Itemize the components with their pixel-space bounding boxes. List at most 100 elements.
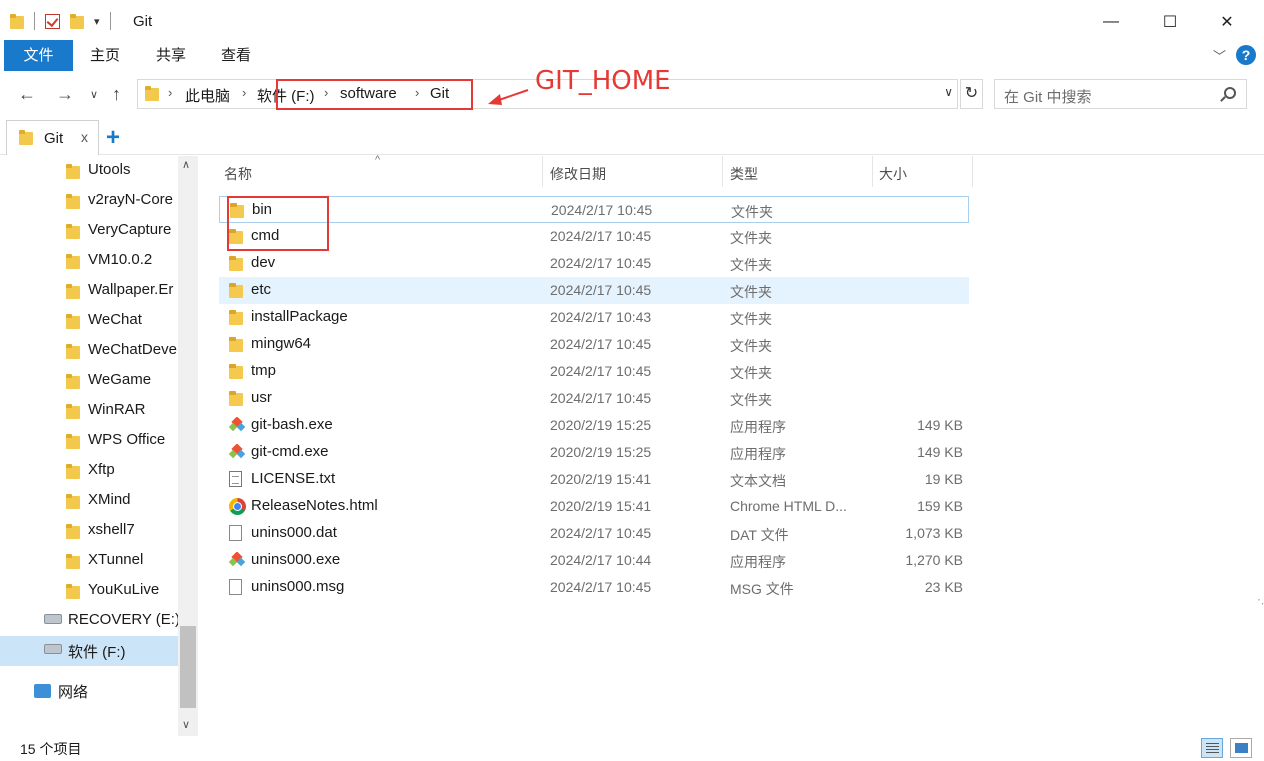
file-type: 应用程序 [730,446,786,462]
file-row[interactable]: unins000.dat 2024/2/17 10:45 DAT 文件 1,073 K… [219,520,969,547]
file-date: 2020/2/19 15:41 [550,471,652,487]
sidebar-item[interactable]: 网络 [0,676,178,706]
tab-file[interactable]: 文件 [4,40,73,71]
file-row[interactable]: bin 2024/2/17 10:45 文件夹 [219,196,969,223]
sidebar-item[interactable]: Wallpaper.Er [0,276,178,306]
tab-home[interactable]: 主页 [82,40,128,71]
search-box[interactable]: 在 Git 中搜索 [994,79,1247,109]
folder-icon [66,554,80,569]
column-header-name[interactable]: 名称 [219,156,542,187]
file-row[interactable]: installPackage 2024/2/17 10:43 文件夹 [219,304,969,331]
scrollbar-thumb[interactable] [180,626,196,708]
sidebar-item[interactable]: WPS Office [0,426,178,456]
add-tab-icon[interactable]: + [106,124,120,152]
back-arrow-icon[interactable]: ← [18,84,36,105]
help-icon[interactable]: ? [1236,45,1256,65]
file-name: installPackage [251,308,348,325]
forward-arrow-icon[interactable]: → [56,84,74,105]
sidebar-item[interactable]: v2rayN-Core [0,186,178,216]
file-row[interactable]: tmp 2024/2/17 10:45 文件夹 [219,358,969,385]
up-arrow-icon[interactable]: ↑ [112,84,121,105]
git-app-icon [228,443,246,460]
column-header-size[interactable]: 大小 [873,156,973,187]
search-input[interactable]: 在 Git 中搜索 [1004,86,1092,107]
file-type: 应用程序 [730,419,786,435]
file-row[interactable]: dev 2024/2/17 10:45 文件夹 [219,250,969,277]
file-type: 文件夹 [730,257,772,273]
sidebar-item[interactable]: RECOVERY (E:) [0,606,180,636]
file-row[interactable]: mingw64 2024/2/17 10:45 文件夹 [219,331,969,358]
navigation-scrollbar[interactable]: ∧ ∨ [178,156,198,736]
scroll-down-chevron-icon[interactable]: ∨ [182,718,190,731]
sidebar-item[interactable]: WeChatDeve [0,336,178,366]
tab-git-label: Git [44,130,64,147]
breadcrumb-chevron-icon[interactable]: › [242,85,246,100]
details-view-icon[interactable] [1201,738,1223,758]
file-date: 2024/2/17 10:45 [550,390,652,406]
customize-toolbar-chevron-icon[interactable]: ▾ [94,15,100,28]
breadcrumb-chevron-icon[interactable]: › [168,85,172,100]
close-button[interactable]: ✕ [1197,0,1257,44]
file-row[interactable]: unins000.exe 2024/2/17 10:44 应用程序 1,270 KB [219,547,969,574]
recent-locations-chevron-icon[interactable]: ∨ [90,88,98,101]
file-row[interactable]: LICENSE.txt 2020/2/19 15:41 文本文档 19 KB [219,466,969,493]
address-dropdown-chevron-icon[interactable]: ∨ [944,85,953,99]
folder-icon [66,284,80,299]
sidebar-item[interactable]: xshell7 [0,516,178,546]
sidebar-item-label: XMind [88,491,131,508]
sidebar-item-label: Utools [88,161,131,178]
file-row[interactable]: unins000.msg 2024/2/17 10:45 MSG 文件 23 KB [219,574,969,601]
file-date: 2020/2/19 15:25 [550,444,652,460]
file-row[interactable]: ReleaseNotes.html 2020/2/19 15:41 Chrome H… [219,493,969,520]
large-icons-view-icon[interactable] [1230,738,1252,758]
tab-share[interactable]: 共享 [148,40,194,71]
refresh-button[interactable]: ↻ [960,79,983,109]
breadcrumb-this-pc[interactable]: 此电脑 [185,85,230,106]
file-row[interactable]: git-bash.exe 2020/2/19 15:25 应用程序 149 KB [219,412,969,439]
edge-fragment: ⋱ [1257,598,1264,610]
sidebar-item-label: v2rayN-Core [88,191,174,208]
minimize-button[interactable]: — [1081,0,1141,44]
sidebar-item-label: VeryCapture [88,221,172,238]
sidebar-item[interactable]: YouKuLive [0,576,178,606]
sidebar-item[interactable]: WeGame [0,366,178,396]
ribbon-expand-chevron-icon[interactable]: ﹀ [1213,46,1226,65]
folder-icon [10,13,24,29]
search-icon[interactable] [1224,87,1236,99]
sidebar-item[interactable]: VeryCapture [0,216,178,246]
file-row[interactable]: cmd 2024/2/17 10:45 文件夹 [219,223,969,250]
file-row[interactable]: etc 2024/2/17 10:45 文件夹 [219,277,969,304]
file-icon [229,579,242,595]
file-type: 文件夹 [731,204,773,220]
sidebar-item[interactable]: XMind [0,486,178,516]
tab-view[interactable]: 查看 [213,40,259,71]
file-list: ^ 名称 修改日期 类型 大小 bin 2024/2/17 10:45 文件夹 cmd… [205,154,1264,736]
sidebar-item[interactable]: Xftp [0,456,178,486]
column-divider[interactable] [972,156,973,187]
sidebar-item[interactable]: VM10.0.2 [0,246,178,276]
sidebar-item[interactable]: XTunnel [0,546,178,576]
git-app-icon [228,551,246,568]
maximize-button[interactable]: ☐ [1140,0,1200,44]
file-date: 2024/2/17 10:45 [550,255,652,271]
folder-icon [145,86,159,101]
folder-icon [66,344,80,359]
close-tab-icon[interactable]: x [81,129,88,145]
sidebar-item[interactable]: Utools [0,156,178,186]
properties-icon[interactable] [45,13,60,29]
sidebar-item[interactable]: 软件 (F:) [0,636,178,666]
file-name: ReleaseNotes.html [251,497,378,514]
scroll-up-chevron-icon[interactable]: ∧ [182,158,190,171]
file-type: 文件夹 [730,365,772,381]
sidebar-item[interactable]: WinRAR [0,396,178,426]
new-folder-icon[interactable] [70,13,84,29]
file-name: git-cmd.exe [251,443,329,460]
window-title: Git [133,13,153,30]
column-header-date[interactable]: 修改日期 [543,156,722,187]
tab-git[interactable]: Git x [6,120,99,155]
column-header-type[interactable]: 类型 [723,156,872,187]
sidebar-item[interactable]: WeChat [0,306,178,336]
file-row[interactable]: git-cmd.exe 2020/2/19 15:25 应用程序 149 KB [219,439,969,466]
file-row[interactable]: usr 2024/2/17 10:45 文件夹 [219,385,969,412]
file-date: 2024/2/17 10:45 [550,336,652,352]
